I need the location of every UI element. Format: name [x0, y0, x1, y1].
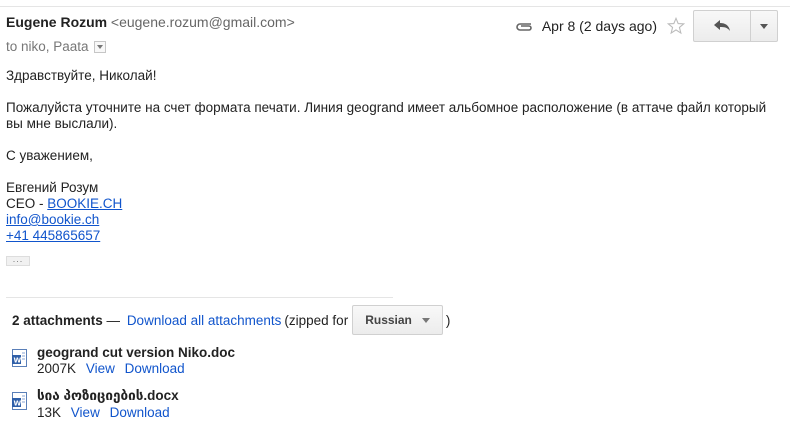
reply-arrow-icon — [714, 20, 730, 31]
word-document-icon: W — [12, 392, 27, 410]
phone-link[interactable]: +41 445865657 — [6, 228, 100, 243]
attachment-size: 13K — [37, 405, 62, 420]
signature-title: CEO - BOOKIE.CH — [6, 196, 776, 212]
svg-text:W: W — [14, 357, 22, 365]
signature-title-prefix: CEO - — [6, 196, 48, 211]
attachment-name: სია პოზიციების.docx — [37, 388, 179, 403]
zip-language-value: Russian — [365, 313, 412, 327]
signature-name: Евгений Розум — [6, 180, 99, 195]
top-divider — [0, 6, 790, 7]
chevron-down-icon — [421, 317, 430, 323]
view-link[interactable]: View — [86, 361, 115, 376]
attachment-size: 2007K — [37, 361, 77, 376]
attachments-header: 2 attachments — Download all attachments… — [12, 305, 450, 335]
recipients-text: to niko, Paata — [6, 39, 89, 54]
zipped-for-label: (zipped for — [284, 312, 349, 328]
zipped-close-paren: ) — [445, 312, 451, 328]
closing: С уважением, — [6, 148, 93, 163]
reply-button[interactable] — [694, 11, 750, 41]
attachments-count: 2 attachments — [12, 312, 103, 328]
email-link[interactable]: info@bookie.ch — [6, 212, 99, 227]
header-tools: Apr 8 (2 days ago) — [514, 10, 778, 42]
show-details-dropdown[interactable] — [93, 40, 106, 53]
more-actions-button[interactable] — [750, 11, 777, 41]
attachments-separator: — — [102, 312, 124, 328]
download-link[interactable]: Download — [110, 405, 170, 420]
attachment-item: W სია პოზიციების.docx 13K View Download — [12, 388, 179, 420]
view-link[interactable]: View — [71, 405, 100, 420]
body-paragraph: Пожалуйста уточните на счет формата печа… — [6, 100, 767, 131]
message-body: Здравствуйте, Николай! Пожалуйста уточни… — [6, 68, 776, 244]
show-trimmed-content-button[interactable]: ... — [6, 255, 30, 266]
message-header: Eugene Rozum <eugene.rozum@gmail.com> to… — [6, 10, 784, 64]
recipients-line: to niko, Paata — [6, 39, 106, 54]
download-link[interactable]: Download — [125, 361, 185, 376]
download-all-link[interactable]: Download all attachments — [127, 313, 282, 328]
paperclip-icon — [516, 23, 532, 31]
message-date: Apr 8 (2 days ago) — [541, 18, 657, 34]
chevron-down-icon — [760, 23, 768, 29]
attachment-name: geogrand cut version Niko.doc — [37, 345, 236, 360]
word-document-icon: W — [12, 349, 27, 367]
sender-name[interactable]: Eugene Rozum — [6, 14, 107, 30]
zip-language-select[interactable]: Russian — [352, 305, 443, 335]
star-icon[interactable] — [667, 17, 685, 35]
attachment-item: W geogrand cut version Niko.doc 2007K Vi… — [12, 345, 235, 376]
svg-text:W: W — [14, 400, 22, 408]
sender-email: <eugene.rozum@gmail.com> — [110, 14, 295, 30]
greeting: Здравствуйте, Николай! — [6, 68, 157, 83]
company-link[interactable]: BOOKIE.CH — [47, 196, 122, 211]
attachments-divider — [6, 297, 393, 298]
attachment-meta: 2007K View Download — [37, 361, 235, 376]
reply-button-group — [693, 10, 778, 42]
attachment-meta: 13K View Download — [37, 405, 179, 420]
